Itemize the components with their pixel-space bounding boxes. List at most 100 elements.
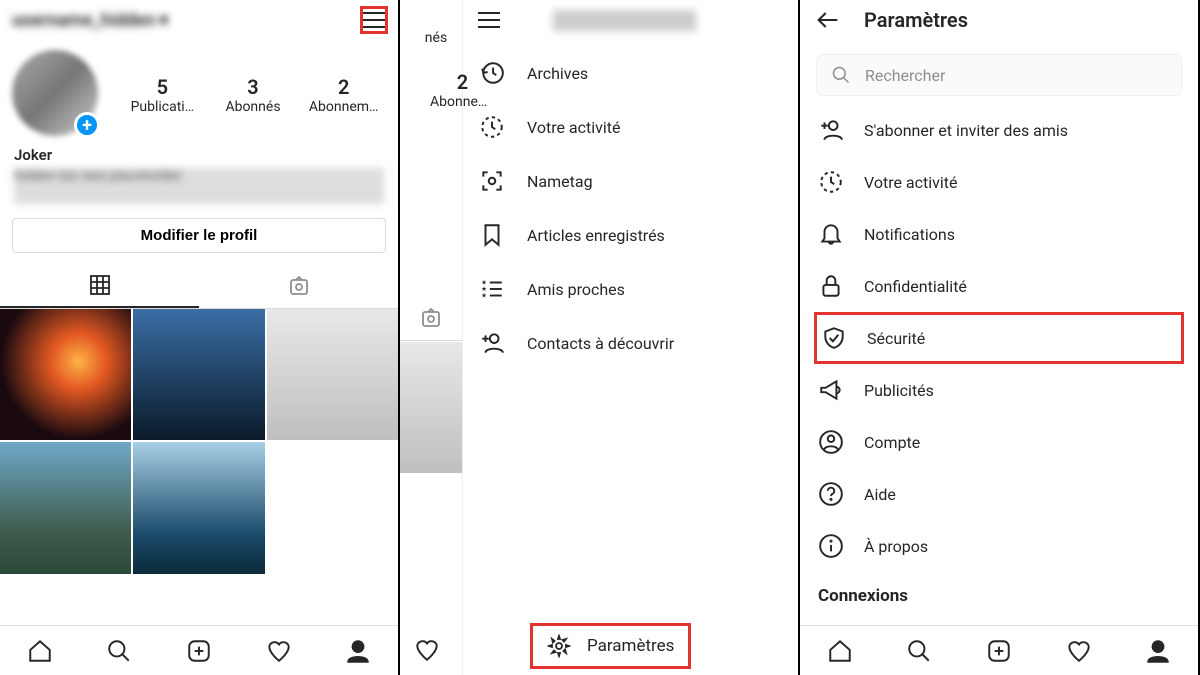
avatar-container[interactable]: +	[12, 50, 102, 140]
panel2-left-sliver: nés 2 Abonnem…	[400, 0, 462, 675]
settings-label: Notifications	[864, 225, 955, 244]
search-placeholder: Rechercher	[865, 66, 945, 85]
settings-item-help[interactable]: Aide	[800, 468, 1198, 520]
settings-item-ads[interactable]: Publicités	[800, 364, 1198, 416]
hamburger-menu-icon[interactable]	[360, 6, 388, 34]
help-circle-icon	[818, 481, 844, 507]
settings-label: À propos	[864, 537, 928, 556]
menu-label: Nametag	[527, 172, 593, 191]
settings-label: Paramètres	[587, 636, 674, 656]
menu-label: Votre activité	[527, 118, 620, 137]
photo-thumb[interactable]	[400, 342, 462, 473]
menu-item-activity[interactable]: Votre activité	[463, 100, 798, 154]
photo-grid	[0, 309, 398, 574]
photo-thumb[interactable]	[267, 309, 398, 440]
photo-thumb[interactable]	[0, 309, 131, 440]
side-menu: username_hidden Archives Votre activité …	[462, 0, 798, 675]
activity-clock-icon	[479, 114, 505, 140]
profile-icon[interactable]	[345, 638, 371, 664]
bookmark-icon	[479, 222, 505, 248]
megaphone-icon	[818, 377, 844, 403]
search-input[interactable]: Rechercher	[816, 54, 1182, 96]
bottom-nav	[0, 625, 398, 675]
grid-icon	[88, 273, 112, 297]
home-icon[interactable]	[827, 638, 853, 664]
photo-thumb[interactable]	[0, 442, 131, 573]
add-post-icon[interactable]	[186, 638, 212, 664]
menu-label: Amis proches	[527, 280, 625, 299]
stat-followers[interactable]: 3 Abonnés	[211, 75, 296, 115]
search-icon[interactable]	[106, 638, 132, 664]
tab-grid[interactable]	[0, 263, 199, 308]
gear-icon	[547, 634, 571, 658]
hamburger-menu-icon[interactable]	[475, 6, 503, 34]
profile-stats-row: + 5 Publicati… 3 Abonnés 2 Abonnem…	[0, 40, 398, 146]
stat-posts[interactable]: 5 Publicati…	[120, 75, 205, 115]
panel-settings: Paramètres Rechercher S'abonner et invit…	[800, 0, 1200, 675]
svg-text:★: ★	[481, 292, 487, 300]
settings-header: Paramètres	[800, 0, 1198, 40]
menu-label: Contacts à découvrir	[527, 334, 674, 353]
settings-item-about[interactable]: À propos	[800, 520, 1198, 572]
username[interactable]: username_hidden	[12, 10, 168, 31]
heart-icon[interactable]	[266, 638, 292, 664]
menu-item-discover[interactable]: Contacts à découvrir	[463, 316, 798, 370]
search-icon	[831, 65, 851, 85]
bio-name: Joker	[14, 146, 384, 164]
profile-tabs	[0, 263, 398, 309]
back-arrow-icon[interactable]	[814, 6, 842, 34]
stat-following-count: 2	[301, 75, 386, 99]
add-story-icon[interactable]: +	[74, 112, 100, 138]
stat-followers-count: 3	[211, 75, 296, 99]
menu-item-close-friends[interactable]: ★★★ Amis proches	[463, 262, 798, 316]
bottom-nav	[800, 625, 1198, 675]
bio: Joker hidden bio text placeholder	[0, 146, 398, 214]
menu-item-archives[interactable]: Archives	[463, 46, 798, 100]
tagged-icon	[287, 274, 311, 298]
menu-list: Archives Votre activité Nametag Articles…	[463, 40, 798, 376]
settings-label: Aide	[864, 485, 896, 504]
settings-item-activity[interactable]: Votre activité	[800, 156, 1198, 208]
edit-profile-button[interactable]: Modifier le profil	[12, 218, 386, 253]
activity-clock-icon	[818, 169, 844, 195]
search-icon[interactable]	[906, 638, 932, 664]
profile-icon[interactable]	[1145, 638, 1171, 664]
menu-label: Articles enregistrés	[527, 226, 665, 245]
photo-thumb[interactable]	[133, 309, 264, 440]
person-plus-icon	[818, 117, 844, 143]
settings-title: Paramètres	[864, 8, 968, 32]
menu-item-nametag[interactable]: Nametag	[463, 154, 798, 208]
menu-label: Archives	[527, 64, 588, 83]
stat-partial-following: nés	[410, 30, 462, 46]
settings-label: S'abonner et inviter des amis	[864, 121, 1068, 140]
star-list-icon: ★★★	[479, 276, 505, 302]
section-connexions: Connexions	[800, 572, 1198, 612]
stat-following-label: Abonnem…	[304, 99, 384, 115]
menu-item-settings[interactable]: Paramètres	[530, 623, 691, 669]
add-post-icon[interactable]	[986, 638, 1012, 664]
home-icon[interactable]	[27, 638, 53, 664]
settings-item-follow-invite[interactable]: S'abonner et inviter des amis	[800, 104, 1198, 156]
tagged-icon[interactable]	[419, 306, 443, 330]
person-plus-icon	[479, 330, 505, 356]
stat-following[interactable]: 2 Abonnem…	[301, 75, 386, 115]
settings-label: Votre activité	[864, 173, 957, 192]
person-circle-icon	[818, 429, 844, 455]
stat-posts-count: 5	[120, 75, 205, 99]
bio-text: hidden bio text placeholder	[14, 168, 384, 204]
settings-item-notifications[interactable]: Notifications	[800, 208, 1198, 260]
username: username_hidden	[553, 10, 696, 31]
settings-item-security[interactable]: Sécurité	[814, 312, 1184, 364]
stat-posts-label: Publicati…	[122, 99, 202, 115]
menu-item-saved[interactable]: Articles enregistrés	[463, 208, 798, 262]
settings-label: Compte	[864, 433, 920, 452]
photo-thumb[interactable]	[133, 442, 264, 573]
panel-profile: username_hidden + 5 Publicati… 3 Abonnés…	[0, 0, 400, 675]
heart-icon[interactable]	[414, 637, 440, 663]
heart-icon[interactable]	[1066, 638, 1092, 664]
settings-item-privacy[interactable]: Confidentialité	[800, 260, 1198, 312]
photo-thumb[interactable]	[267, 442, 398, 573]
settings-item-account[interactable]: Compte	[800, 416, 1198, 468]
bell-icon	[818, 221, 844, 247]
tab-tagged[interactable]	[199, 263, 398, 308]
